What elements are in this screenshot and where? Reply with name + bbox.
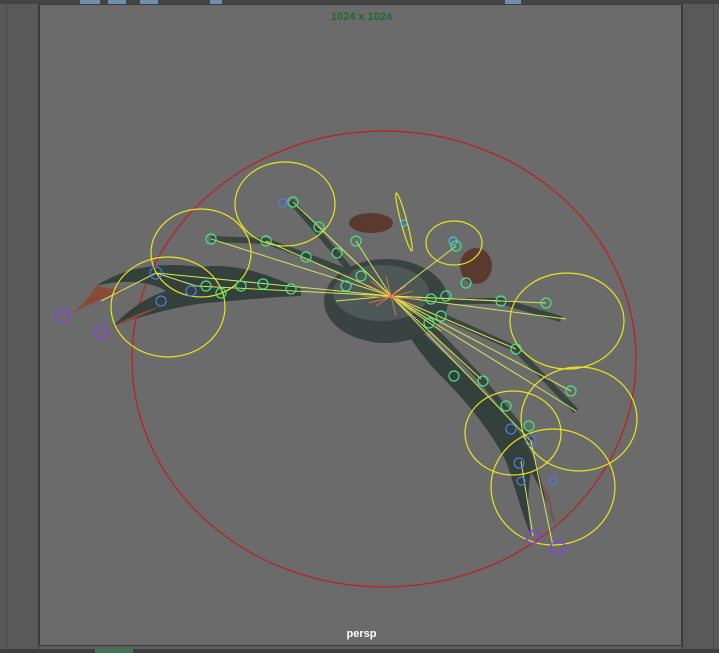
ik-control-antenna [395,192,413,252]
ik-control-leg-4 [509,272,625,370]
right-panel-border [682,4,719,649]
ik-control-leg-1 [234,161,336,247]
master-control-curve[interactable] [131,130,637,588]
time-slider-bar [0,649,719,653]
viewport-panel[interactable]: 1024 x 1024 persp [39,4,682,646]
left-panel-border [0,4,39,649]
crab-rig-scene[interactable] [40,5,681,645]
ik-control-leg-5 [520,366,638,472]
time-slider-tab[interactable] [95,649,133,653]
camera-name-label: persp [346,628,377,640]
ik-control-leg-3 [425,220,483,266]
crab-mesh[interactable] [73,199,579,536]
